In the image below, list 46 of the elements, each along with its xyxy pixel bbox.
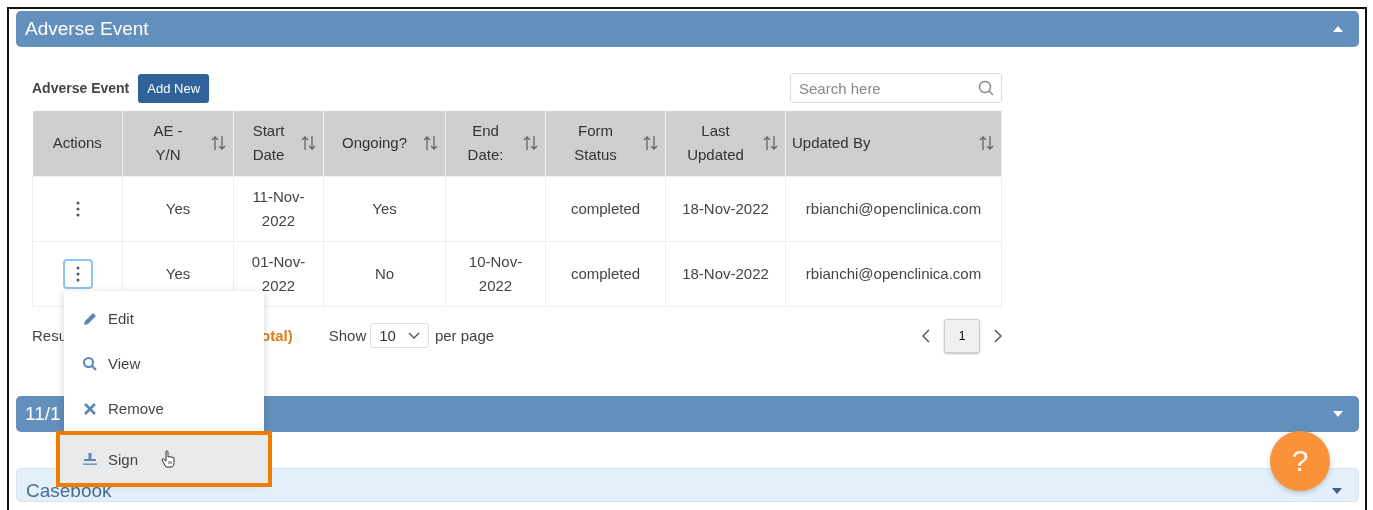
table-cell: 01-Nov- 2022 (251, 252, 306, 294)
kebab-icon (75, 200, 80, 217)
caret-down-icon (1332, 488, 1342, 494)
search-field[interactable]: Search here (790, 73, 1002, 103)
sort-icon (763, 135, 779, 152)
kebab-icon (75, 265, 80, 282)
table-cell: Yes (165, 264, 191, 282)
page-size-select[interactable]: 10 (370, 323, 429, 348)
sort-icon (979, 135, 995, 152)
menu-item[interactable]: Edit (64, 296, 264, 341)
close-icon (82, 400, 98, 417)
table-title: Adverse Event (32, 80, 130, 96)
table-cell: rbianchi@openclinica.com (805, 199, 982, 217)
table-cell: 11-Nov- 2022 (252, 187, 305, 229)
page-button[interactable]: 1 (944, 318, 980, 353)
sort-icon (423, 135, 439, 152)
panel-title: Adverse Event (25, 18, 149, 40)
table-cell: No (374, 264, 395, 282)
add-new-button[interactable]: Add New (138, 73, 210, 103)
pencil-icon (82, 310, 98, 327)
search-icon (978, 80, 994, 96)
sort-icon (211, 135, 227, 152)
chevron-right-icon (994, 328, 1002, 343)
table-cell: completed (570, 264, 641, 282)
panel-title: 11/1 (25, 403, 61, 425)
show-label: Show (328, 327, 367, 344)
column-header: Actions (51, 133, 103, 154)
stamp-icon (82, 451, 98, 467)
sort-icon (523, 135, 539, 152)
table-cell: completed (570, 199, 641, 217)
sort-icon (643, 135, 659, 152)
chevron-down-icon (407, 331, 420, 340)
table-cell: 18-Nov-2022 (682, 264, 769, 282)
caret-down-icon (1333, 411, 1343, 417)
per-page-label: per page (434, 327, 495, 344)
table-cell: Yes (165, 199, 191, 217)
table-cell: 10-Nov- 2022 (468, 252, 523, 294)
menu-item[interactable]: View (64, 341, 264, 386)
sort-icon (301, 135, 317, 152)
caret-up-icon (1333, 26, 1343, 32)
table-cell: 18-Nov-2022 (682, 199, 769, 217)
search-icon (82, 355, 98, 372)
table-cell: rbianchi@openclinica.com (805, 264, 982, 282)
table-cell: Yes (372, 199, 397, 217)
actions-menu-button[interactable] (62, 258, 93, 289)
chevron-left-icon (922, 328, 930, 343)
